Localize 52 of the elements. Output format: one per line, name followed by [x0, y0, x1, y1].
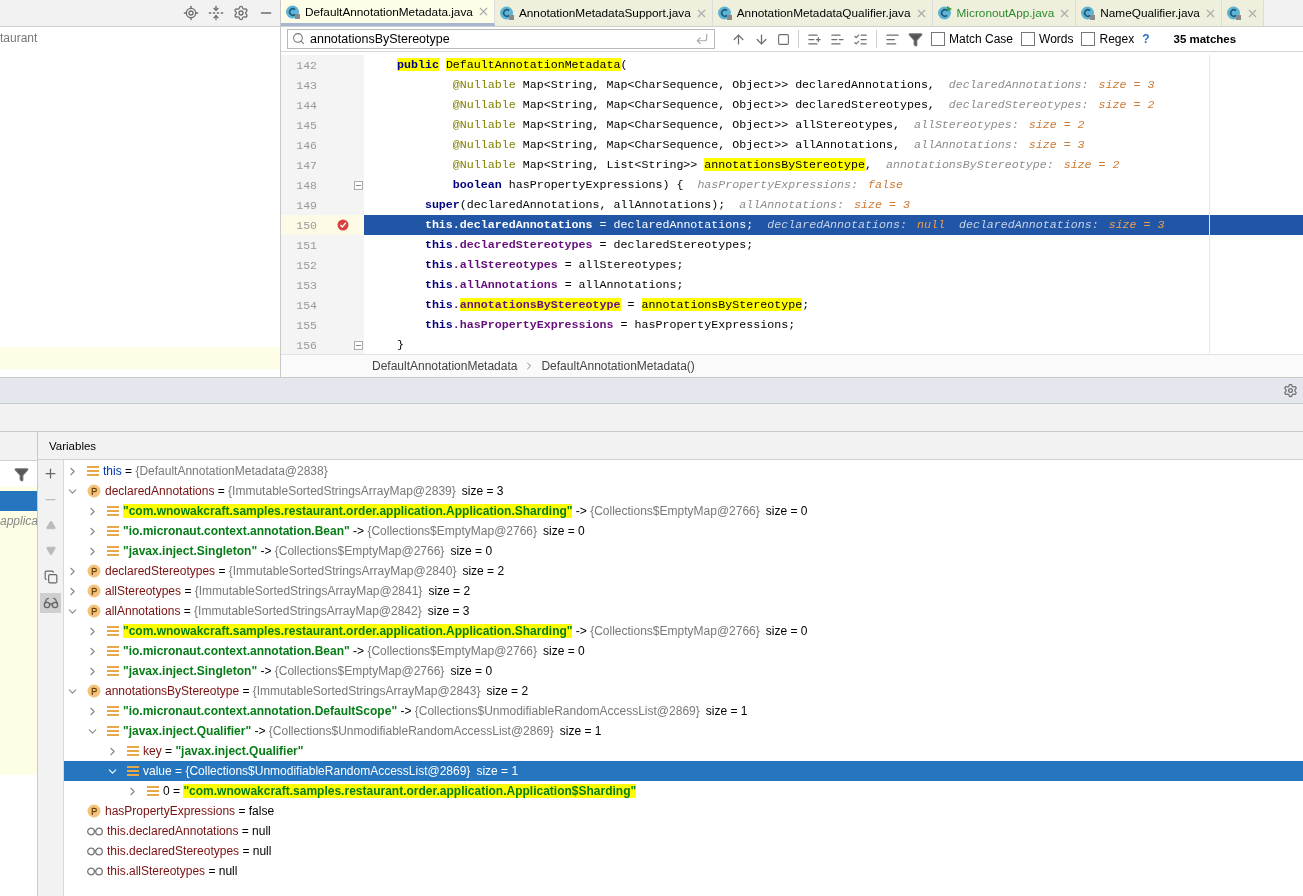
- line-number: 144: [295, 98, 317, 112]
- line-number: 147: [295, 158, 317, 172]
- match-count: 35 matches: [1173, 33, 1237, 45]
- line-number: 142: [295, 58, 317, 72]
- line-number: 148: [295, 178, 317, 192]
- option-checkbox[interactable]: Match Case: [931, 32, 1014, 46]
- variable-row[interactable]: this.allStereotypes = null: [64, 861, 1303, 881]
- variable-row[interactable]: "com.wnowakcraft.samples.restaurant.order.application.Application.Sharding" -> {Collections$EmptyMap@2766} size = 0: [64, 621, 1303, 641]
- variable-row[interactable]: hasPropertyExpressions = false: [64, 801, 1303, 821]
- variable-row[interactable]: declaredAnnotations = {ImmutableSortedStringsArrayMap@2839} size = 3: [64, 481, 1303, 501]
- line-number: 151: [295, 238, 317, 252]
- line-number: 155: [295, 318, 317, 332]
- variable-row[interactable]: "javax.inject.Singleton" -> {Collections$EmptyMap@2766} size = 0: [64, 541, 1303, 561]
- help-link[interactable]: ?: [1142, 32, 1150, 46]
- line-number: 156: [295, 338, 317, 352]
- variable-row[interactable]: "io.micronaut.context.annotation.Bean" -> {Collections$EmptyMap@2766} size = 0: [64, 641, 1303, 661]
- project-tree-row[interactable]: taurant: [0, 27, 280, 49]
- editor-tab[interactable]: AnnotationMetadataQualifier.java: [712, 0, 933, 26]
- variable-row[interactable]: "io.micronaut.context.annotation.DefaultScope" -> {Collections$UnmodifiableRandomAccessList@2869} size = 1: [64, 701, 1303, 721]
- editor-tab[interactable]: DefaultAnnotationMetadata.java: [281, 0, 495, 26]
- line-number: 152: [295, 258, 317, 272]
- variable-row[interactable]: "com.wnowakcraft.samples.restaurant.order.application.Application.Sharding" -> {Collections$EmptyMap@2766} size = 0: [64, 501, 1303, 521]
- option-checkbox[interactable]: Regex: [1081, 32, 1135, 46]
- variable-row[interactable]: key = "javax.inject.Qualifier": [64, 741, 1303, 761]
- line-number: 150: [295, 218, 317, 232]
- variable-row[interactable]: allAnnotations = {ImmutableSortedStringsArrayMap@2842} size = 3: [64, 601, 1303, 621]
- variable-row[interactable]: this.declaredAnnotations = null: [64, 821, 1303, 841]
- editor-tab[interactable]: AnnotationMetadataSupport.java: [494, 0, 713, 26]
- breadcrumb-item[interactable]: DefaultAnnotationMetadata(): [541, 359, 695, 373]
- breadcrumb-item[interactable]: DefaultAnnotationMetadata: [372, 359, 518, 373]
- editor-tab[interactable]: MicronoutApp.java: [932, 0, 1077, 26]
- frame-row[interactable]: applica: [0, 511, 37, 531]
- option-checkbox[interactable]: Words: [1021, 32, 1074, 46]
- line-number: 143: [295, 78, 317, 92]
- variable-row[interactable]: value = {Collections$UnmodifiableRandomAccessList@2869} size = 1: [64, 761, 1303, 781]
- variable-row[interactable]: declaredStereotypes = {ImmutableSortedStringsArrayMap@2840} size = 2: [64, 561, 1303, 581]
- search-field[interactable]: annotationsByStereotype: [287, 29, 715, 49]
- line-number: 153: [295, 278, 317, 292]
- line-number: 145: [295, 118, 317, 132]
- line-number: 149: [295, 198, 317, 212]
- variable-row[interactable]: this.declaredStereotypes = null: [64, 841, 1303, 861]
- line-number: 146: [295, 138, 317, 152]
- variable-row[interactable]: "io.micronaut.context.annotation.Bean" -> {Collections$EmptyMap@2766} size = 0: [64, 521, 1303, 541]
- panel-title: Variables: [49, 439, 97, 452]
- variable-row[interactable]: allStereotypes = {ImmutableSortedStringsArrayMap@2841} size = 2: [64, 581, 1303, 601]
- variable-row[interactable]: 0 = "com.wnowakcraft.samples.restaurant.order.application.Application$Sharding": [64, 781, 1303, 801]
- variable-row[interactable]: this = {DefaultAnnotationMetadata@2838}: [64, 461, 1303, 481]
- editor-tab[interactable]: NameQualifier.java: [1076, 0, 1222, 26]
- line-number: 154: [295, 298, 317, 312]
- variable-row[interactable]: "javax.inject.Singleton" -> {Collections$EmptyMap@2766} size = 0: [64, 661, 1303, 681]
- variable-row[interactable]: annotationsByStereotype = {ImmutableSortedStringsArrayMap@2843} size = 2: [64, 681, 1303, 701]
- variable-row[interactable]: "javax.inject.Qualifier" -> {Collections$UnmodifiableRandomAccessList@2869} size = 1: [64, 721, 1303, 741]
